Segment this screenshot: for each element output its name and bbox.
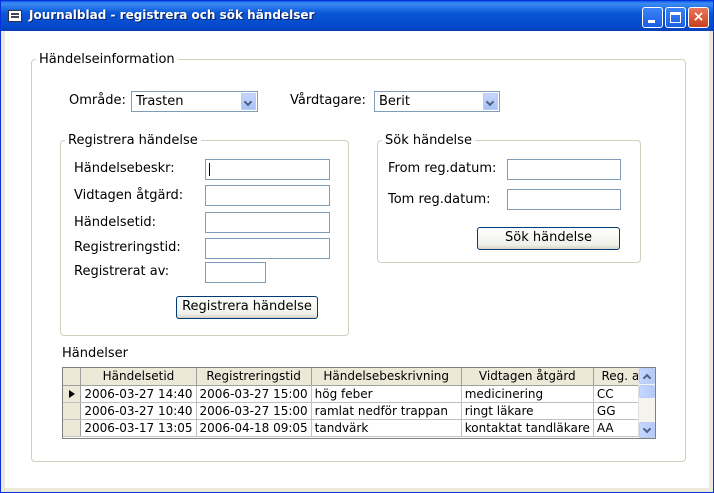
table-row[interactable]: 2006-03-27 14:40 2006-03-27 15:00 hög fe… <box>63 385 655 403</box>
events-datasheet[interactable]: Händelsetid Registreringstid Händelsebes… <box>62 367 656 439</box>
table-header-row: Händelsetid Registreringstid Händelsebes… <box>63 368 655 386</box>
title-bar[interactable]: Journalblad - registrera och sök händels… <box>1 1 713 31</box>
area-label: Område: <box>69 93 126 108</box>
register-event-legend: Registrera händelse <box>68 133 198 148</box>
table-cell[interactable]: 2006-04-18 09:05 <box>196 419 312 437</box>
table-cell[interactable]: medicinering <box>461 385 594 403</box>
action-label: Vidtagen åtgärd: <box>74 188 184 203</box>
chevron-down-icon[interactable] <box>241 93 256 110</box>
table-cell[interactable]: 2006-03-27 15:00 <box>196 385 312 403</box>
minimize-button[interactable] <box>642 7 663 28</box>
column-header[interactable]: Registreringstid <box>196 368 312 386</box>
reg-time-input[interactable] <box>205 238 330 259</box>
area-value: Trasten <box>136 94 184 109</box>
table-cell[interactable]: 2006-03-27 15:00 <box>196 402 312 420</box>
table-cell[interactable]: 2006-03-27 10:40 <box>80 402 197 420</box>
app-window: Journalblad - registrera och sök händels… <box>0 0 714 493</box>
description-label: Händelsebeskr: <box>74 161 175 176</box>
text-caret <box>209 163 210 176</box>
table-row[interactable]: 2006-03-17 13:05 2006-04-18 09:05 tandvä… <box>63 419 655 437</box>
table-row[interactable]: 2006-03-27 10:40 2006-03-27 15:00 ramlat… <box>63 402 655 420</box>
scroll-down-icon[interactable] <box>639 422 655 438</box>
from-date-input[interactable] <box>507 159 621 180</box>
scroll-up-icon[interactable] <box>639 368 655 384</box>
to-date-label: Tom reg.datum: <box>388 192 491 207</box>
search-event-legend: Sök händelse <box>385 133 472 148</box>
register-event-button[interactable]: Registrera händelse <box>176 296 318 319</box>
search-event-button[interactable]: Sök händelse <box>477 227 620 250</box>
vertical-scrollbar[interactable] <box>638 368 655 438</box>
table-cell[interactable]: kontaktat tandläkare <box>461 419 594 437</box>
to-date-input[interactable] <box>507 189 621 210</box>
row-selector[interactable] <box>63 385 82 403</box>
table-cell[interactable]: ramlat nedför trappan <box>311 402 462 420</box>
current-record-icon <box>69 389 75 398</box>
table-cell[interactable]: 2006-03-27 14:40 <box>80 385 197 403</box>
area-combobox[interactable]: Trasten <box>131 91 258 112</box>
maximize-button[interactable] <box>665 7 686 28</box>
event-time-label: Händelsetid: <box>74 215 156 230</box>
events-title: Händelser <box>62 346 128 361</box>
column-header[interactable]: Vidtagen åtgärd <box>461 368 594 386</box>
form-icon[interactable] <box>8 10 22 22</box>
table-cell[interactable]: ringt läkare <box>461 402 594 420</box>
close-icon: × <box>692 9 705 25</box>
reg-by-label: Registrerat av: <box>74 264 170 279</box>
events-table: Händelsetid Registreringstid Händelsebes… <box>63 368 655 437</box>
from-date-label: From reg.datum: <box>388 161 497 176</box>
reg-by-input[interactable] <box>205 262 266 283</box>
patient-value: Berit <box>379 94 410 109</box>
reg-time-label: Registreringstid: <box>74 240 181 255</box>
description-input[interactable] <box>205 159 330 180</box>
scroll-thumb[interactable] <box>639 385 655 398</box>
chevron-down-icon[interactable] <box>483 93 498 110</box>
form-body: Händelseinformation Område: Trasten Vård… <box>5 31 709 488</box>
event-info-legend: Händelseinformation <box>39 52 175 67</box>
close-button[interactable]: × <box>688 7 709 28</box>
row-selector[interactable] <box>63 419 82 437</box>
table-cell[interactable]: tandvärk <box>311 419 462 437</box>
table-cell[interactable]: hög feber <box>311 385 462 403</box>
patient-label: Vårdtagare: <box>290 93 366 108</box>
action-input[interactable] <box>205 185 330 206</box>
column-header[interactable]: Händelsetid <box>80 368 197 386</box>
column-header[interactable]: Händelsebeskrivning <box>311 368 462 386</box>
table-cell[interactable]: 2006-03-17 13:05 <box>80 419 197 437</box>
row-selector-header[interactable] <box>63 368 82 386</box>
window-title: Journalblad - registrera och sök händels… <box>29 8 315 22</box>
row-selector[interactable] <box>63 402 82 420</box>
patient-combobox[interactable]: Berit <box>374 91 500 112</box>
event-time-input[interactable] <box>205 212 330 233</box>
